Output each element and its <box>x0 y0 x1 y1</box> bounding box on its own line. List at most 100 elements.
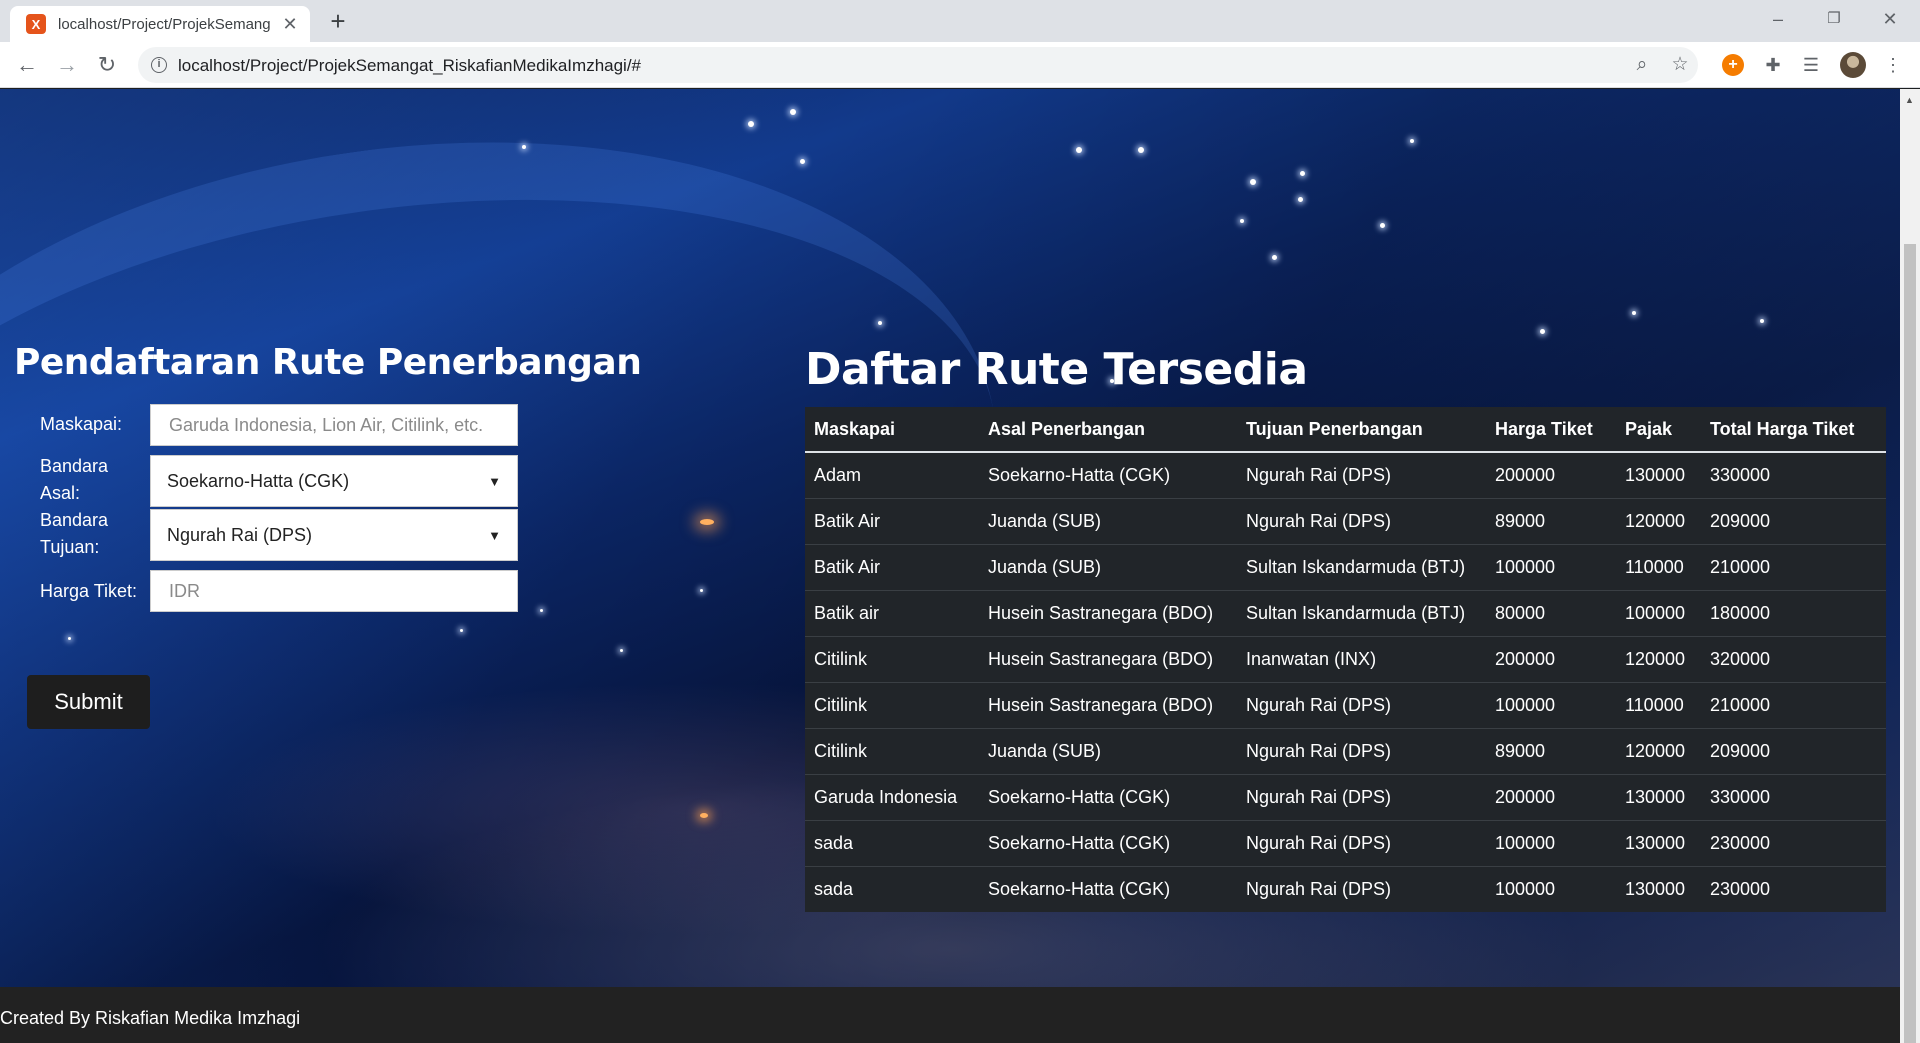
chevron-down-icon: ▼ <box>488 527 501 543</box>
bandara-tujuan-label-line2: Tujuan: <box>40 537 100 557</box>
star-decoration <box>1272 255 1277 260</box>
star-icon[interactable]: ☆ <box>1669 54 1691 76</box>
restore-icon[interactable]: ❐ <box>1814 4 1854 34</box>
star-decoration <box>1138 147 1144 153</box>
star-decoration <box>1250 179 1256 185</box>
new-tab-icon[interactable]: + <box>324 8 352 36</box>
scroll-up-icon[interactable]: ▲ <box>1905 95 1914 105</box>
media-icon[interactable]: ☰ <box>1800 54 1822 76</box>
tab-title: localhost/Project/ProjekSemang <box>58 15 271 33</box>
star-decoration <box>522 145 526 149</box>
cell-tujuan: Ngurah Rai (DPS) <box>1237 819 1486 866</box>
bandara-asal-label-line2: Asal: <box>40 483 81 503</box>
close-tab-icon[interactable]: ✕ <box>280 14 300 35</box>
extension-orange-icon[interactable]: + <box>1722 54 1744 76</box>
cell-total: 330000 <box>1701 451 1886 498</box>
star-decoration <box>1410 139 1414 143</box>
cell-maskapai: Citilink <box>805 635 979 682</box>
star-decoration <box>1380 223 1385 228</box>
star-decoration <box>620 649 623 652</box>
table-row: sada Soekarno-Hatta (CGK) Ngurah Rai (DP… <box>805 819 1886 866</box>
submit-button[interactable]: Submit <box>27 675 150 729</box>
table-header-row: Maskapai Asal Penerbangan Tujuan Penerba… <box>805 407 1886 453</box>
cell-tujuan: Ngurah Rai (DPS) <box>1237 681 1486 728</box>
bandara-asal-label-line1: Bandara <box>40 456 109 476</box>
cell-asal: Husein Sastranegara (BDO) <box>979 635 1237 682</box>
zoom-icon[interactable]: ⌕ <box>1631 54 1653 76</box>
table-row: Batik air Husein Sastranegara (BDO) Sult… <box>805 589 1886 636</box>
hero-background: Pendaftaran Rute Penerbangan Maskapai: B… <box>0 89 1900 987</box>
star-decoration <box>748 121 754 127</box>
minimize-icon[interactable]: – <box>1758 4 1798 34</box>
cabin-light <box>700 813 708 818</box>
cell-tujuan: Ngurah Rai (DPS) <box>1237 865 1486 912</box>
cell-harga: 200000 <box>1486 451 1616 498</box>
cell-tujuan: Ngurah Rai (DPS) <box>1237 451 1486 498</box>
star-decoration <box>1540 329 1545 334</box>
cell-total: 230000 <box>1701 819 1886 866</box>
cell-harga: 100000 <box>1486 543 1616 590</box>
cell-harga: 89000 <box>1486 727 1616 774</box>
cell-harga: 80000 <box>1486 589 1616 636</box>
scrollbar-thumb[interactable] <box>1904 244 1916 1043</box>
cell-harga: 200000 <box>1486 773 1616 820</box>
cell-pajak: 130000 <box>1616 819 1701 866</box>
cell-tujuan: Sultan Iskandarmuda (BTJ) <box>1237 543 1486 590</box>
extensions-icon[interactable]: ✚ <box>1762 54 1784 76</box>
back-arrow-icon[interactable]: ← <box>12 50 42 80</box>
star-decoration <box>878 321 882 325</box>
address-bar[interactable]: i localhost/Project/ProjekSemangat_Riska… <box>138 47 1698 83</box>
cell-tujuan: Ngurah Rai (DPS) <box>1237 727 1486 774</box>
bandara-asal-select[interactable]: Soekarno-Hatta (CGK) ▼ <box>150 455 518 507</box>
close-window-icon[interactable]: ✕ <box>1870 4 1910 34</box>
cell-harga: 100000 <box>1486 865 1616 912</box>
cell-total: 330000 <box>1701 773 1886 820</box>
cell-pajak: 120000 <box>1616 727 1701 774</box>
cell-maskapai: sada <box>805 865 979 912</box>
maskapai-input[interactable] <box>150 404 518 446</box>
bandara-tujuan-select[interactable]: Ngurah Rai (DPS) ▼ <box>150 509 518 561</box>
cell-asal: Soekarno-Hatta (CGK) <box>979 451 1237 498</box>
cell-pajak: 110000 <box>1616 543 1701 590</box>
cell-harga: 100000 <box>1486 819 1616 866</box>
cell-asal: Juanda (SUB) <box>979 497 1237 544</box>
cell-total: 180000 <box>1701 589 1886 636</box>
table-row: Adam Soekarno-Hatta (CGK) Ngurah Rai (DP… <box>805 451 1886 498</box>
cell-maskapai: sada <box>805 819 979 866</box>
table-row: Citilink Husein Sastranegara (BDO) Inanw… <box>805 635 1886 682</box>
harga-tiket-input[interactable] <box>150 570 518 612</box>
header-tujuan: Tujuan Penerbangan <box>1237 407 1486 453</box>
cell-maskapai: Adam <box>805 451 979 498</box>
table-row: Batik Air Juanda (SUB) Sultan Iskandarmu… <box>805 543 1886 590</box>
header-asal: Asal Penerbangan <box>979 407 1237 453</box>
cell-tujuan: Sultan Iskandarmuda (BTJ) <box>1237 589 1486 636</box>
star-decoration <box>800 159 805 164</box>
cell-asal: Husein Sastranegara (BDO) <box>979 589 1237 636</box>
forward-arrow-icon[interactable]: → <box>52 50 82 80</box>
cell-asal: Soekarno-Hatta (CGK) <box>979 819 1237 866</box>
page-viewport: Pendaftaran Rute Penerbangan Maskapai: B… <box>0 89 1900 1043</box>
url-text[interactable]: localhost/Project/ProjekSemangat_Riskafi… <box>178 56 641 76</box>
star-decoration <box>1298 197 1303 202</box>
cell-harga: 89000 <box>1486 497 1616 544</box>
browser-tab[interactable]: X localhost/Project/ProjekSemang ✕ <box>10 6 310 42</box>
page-scrollbar[interactable]: ▲ <box>1900 89 1920 1043</box>
cell-harga: 200000 <box>1486 635 1616 682</box>
reload-icon[interactable]: ↻ <box>92 50 122 80</box>
table-row: sada Soekarno-Hatta (CGK) Ngurah Rai (DP… <box>805 865 1886 912</box>
form-title: Pendaftaran Rute Penerbangan <box>14 342 642 383</box>
table-row: Citilink Husein Sastranegara (BDO) Ngura… <box>805 681 1886 728</box>
cell-pajak: 100000 <box>1616 589 1701 636</box>
cell-pajak: 130000 <box>1616 865 1701 912</box>
header-harga: Harga Tiket <box>1486 407 1616 453</box>
cell-maskapai: Batik Air <box>805 497 979 544</box>
footer-credit: Created By Riskafian Medika Imzhagi <box>0 1008 301 1028</box>
table-row: Batik Air Juanda (SUB) Ngurah Rai (DPS) … <box>805 497 1886 544</box>
menu-icon[interactable]: ⋮ <box>1882 54 1904 76</box>
cell-tujuan: Ngurah Rai (DPS) <box>1237 773 1486 820</box>
cell-total: 209000 <box>1701 727 1886 774</box>
cell-pajak: 120000 <box>1616 497 1701 544</box>
cell-asal: Soekarno-Hatta (CGK) <box>979 773 1237 820</box>
avatar[interactable] <box>1840 52 1866 78</box>
info-icon[interactable]: i <box>151 57 167 73</box>
